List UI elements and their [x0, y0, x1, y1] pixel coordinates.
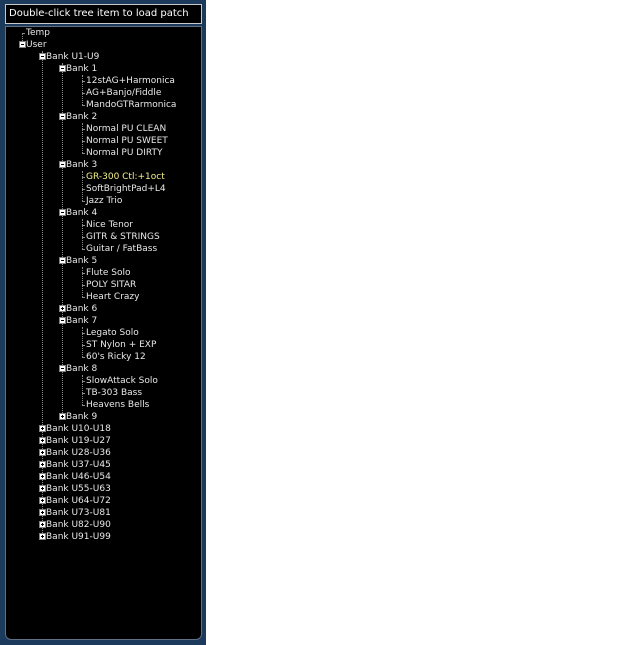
collapse-toggle-icon[interactable] — [39, 53, 46, 60]
expand-toggle-icon[interactable] — [39, 449, 46, 456]
tree-branch-line — [82, 201, 84, 202]
tree-guide-line — [82, 75, 83, 105]
tree-instruction-header: Double-click tree item to load patch — [5, 4, 202, 24]
tree-item-patch[interactable]: GITR & STRINGS — [86, 231, 160, 243]
tree-item-patch[interactable]: Jazz Trio — [86, 195, 122, 207]
tree-branch-line — [82, 105, 84, 106]
tree-branch-line — [82, 249, 84, 250]
tree-branch-line — [82, 405, 84, 406]
tree-item-patch[interactable]: Normal PU DIRTY — [86, 147, 162, 159]
tree-item-bank[interactable]: Bank 2 — [66, 111, 97, 123]
tree-item-patch[interactable]: Heavens Bells — [86, 399, 149, 411]
expand-toggle-icon[interactable] — [39, 437, 46, 444]
tree-item-patch[interactable]: 60's Ricky 12 — [86, 351, 146, 363]
tree-item-bank[interactable]: Bank U19-U27 — [46, 435, 111, 447]
tree-guide-line — [82, 267, 83, 297]
tree-item-bank[interactable]: Bank 9 — [66, 411, 97, 423]
tree-item-patch[interactable]: Nice Tenor — [86, 219, 133, 231]
tree-branch-line — [82, 333, 84, 334]
expand-toggle-icon[interactable] — [39, 521, 46, 528]
tree-item-bank[interactable]: User — [26, 39, 47, 51]
tree-branch-line — [82, 81, 84, 82]
tree-item-patch[interactable]: Normal PU SWEET — [86, 135, 168, 147]
tree-item-patch[interactable]: AG+Banjo/Fiddle — [86, 87, 161, 99]
tree-item-patch[interactable]: Guitar / FatBass — [86, 243, 157, 255]
tree-branch-line — [82, 393, 84, 394]
patch-tree-panel: Double-click tree item to load patch Tem… — [0, 0, 206, 645]
tree-branch-line — [82, 237, 84, 238]
tree-branch-line — [82, 225, 84, 226]
collapse-toggle-icon[interactable] — [19, 41, 26, 48]
collapse-toggle-icon[interactable] — [59, 65, 66, 72]
tree-item-patch[interactable]: SoftBrightPad+L4 — [86, 183, 166, 195]
patch-tree-view[interactable]: Temp User Bank U1-U9 Bank 1 12stAG+Harmonica… — [5, 26, 202, 640]
tree-item-bank[interactable]: Bank U37-U45 — [46, 459, 111, 471]
tree-guide-line — [82, 375, 83, 405]
tree-item-bank[interactable]: Bank U73-U81 — [46, 507, 111, 519]
expand-toggle-icon[interactable] — [39, 485, 46, 492]
tree-guide-line — [82, 327, 83, 357]
tree-guide-line — [82, 219, 83, 249]
collapse-toggle-icon[interactable] — [59, 257, 66, 264]
tree-item-patch[interactable]: Heart Crazy — [86, 291, 139, 303]
tree-item-bank[interactable]: Bank U1-U9 — [46, 51, 99, 63]
collapse-toggle-icon[interactable] — [59, 161, 66, 168]
tree-branch-line — [82, 153, 84, 154]
tree-branch-line — [82, 273, 84, 274]
tree-branch-line — [82, 297, 84, 298]
expand-toggle-icon[interactable] — [39, 473, 46, 480]
tree-branch-line — [82, 177, 84, 178]
tree-branch-line — [82, 141, 84, 142]
tree-item-patch[interactable]: Normal PU CLEAN — [86, 123, 166, 135]
tree-branch-line — [22, 33, 24, 34]
tree-item-patch[interactable]: Flute Solo — [86, 267, 131, 279]
expand-toggle-icon[interactable] — [39, 509, 46, 516]
tree-item-bank[interactable]: Bank U91-U99 — [46, 531, 111, 543]
collapse-toggle-icon[interactable] — [59, 209, 66, 216]
tree-branch-line — [82, 285, 84, 286]
tree-item-patch[interactable]: SlowAttack Solo — [86, 375, 158, 387]
tree-item-patch[interactable]: POLY SITAR — [86, 279, 136, 291]
collapse-toggle-icon[interactable] — [59, 317, 66, 324]
tree-item-bank[interactable]: Bank 7 — [66, 315, 97, 327]
tree-item-bank[interactable]: Bank 4 — [66, 207, 97, 219]
tree-item-bank[interactable]: Bank U28-U36 — [46, 447, 111, 459]
tree-item-patch[interactable]: 12stAG+Harmonica — [86, 75, 175, 87]
expand-toggle-icon[interactable] — [39, 425, 46, 432]
tree-item-patch[interactable]: Temp — [26, 27, 50, 39]
tree-branch-line — [82, 189, 84, 190]
tree-item-bank[interactable]: Bank 3 — [66, 159, 97, 171]
tree-item-bank[interactable]: Bank U55-U63 — [46, 483, 111, 495]
tree-item-patch[interactable]: ST Nylon + EXP — [86, 339, 156, 351]
tree-branch-line — [82, 381, 84, 382]
tree-item-patch[interactable]: Legato Solo — [86, 327, 139, 339]
tree-branch-line — [82, 345, 84, 346]
tree-branch-line — [82, 357, 84, 358]
expand-toggle-icon[interactable] — [39, 497, 46, 504]
tree-item-bank[interactable]: Bank 5 — [66, 255, 97, 267]
tree-item-bank[interactable]: Bank 1 — [66, 63, 97, 75]
collapse-toggle-icon[interactable] — [59, 365, 66, 372]
tree-guide-line — [82, 123, 83, 153]
expand-toggle-icon[interactable] — [59, 305, 66, 312]
expand-toggle-icon[interactable] — [39, 461, 46, 468]
collapse-toggle-icon[interactable] — [59, 113, 66, 120]
tree-item-bank[interactable]: Bank U64-U72 — [46, 495, 111, 507]
tree-item-bank[interactable]: Bank U82-U90 — [46, 519, 111, 531]
tree-item-bank[interactable]: Bank 8 — [66, 363, 97, 375]
tree-item-patch[interactable]: TB-303 Bass — [86, 387, 142, 399]
tree-item-patch[interactable]: MandoGTRarmonica — [86, 99, 176, 111]
tree-item-bank[interactable]: Bank U46-U54 — [46, 471, 111, 483]
tree-item-bank[interactable]: Bank U10-U18 — [46, 423, 111, 435]
tree-guide-line — [82, 171, 83, 201]
tree-branch-line — [82, 93, 84, 94]
expand-toggle-icon[interactable] — [39, 533, 46, 540]
tree-item-bank[interactable]: Bank 6 — [66, 303, 97, 315]
tree-item-patch[interactable]: GR-300 Ctl:+1oct — [86, 171, 165, 183]
tree-branch-line — [82, 129, 84, 130]
expand-toggle-icon[interactable] — [59, 413, 66, 420]
